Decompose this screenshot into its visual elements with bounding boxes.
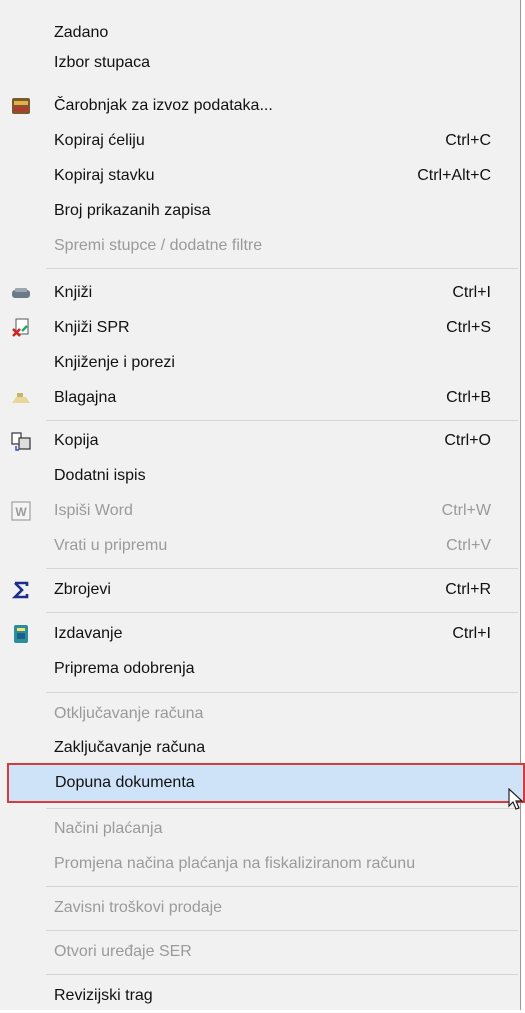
menu-item-change-payment-method: Promjena načina plaćanja na fiskaliziran… — [0, 847, 519, 881]
menu-item-additional-print[interactable]: Dodatni ispis — [0, 459, 519, 493]
menu-item-copy-cell[interactable]: Kopiraj ćeliju Ctrl+C — [0, 124, 519, 158]
menu-item-export-wizard[interactable]: Čarobnjak za izvoz podataka... — [0, 89, 519, 123]
menu-item-label: Revizijski trag — [54, 987, 153, 1004]
menu-item-payment-methods: Načini plaćanja — [0, 812, 519, 846]
menu-item-dependent-costs: Zavisni troškovi prodaje — [0, 891, 519, 925]
cash-register-icon — [9, 386, 33, 410]
menu-item-shortcut: Ctrl+Alt+C — [417, 167, 491, 184]
export-wizard-icon — [9, 94, 33, 118]
menu-item-label: Zadano — [54, 24, 109, 41]
menu-separator — [46, 568, 518, 569]
post-spr-icon — [9, 316, 33, 340]
menu-item-label: Izbor stupaca — [54, 54, 151, 71]
menu-item-post[interactable]: Knjiži Ctrl+I — [0, 276, 519, 310]
menu-item-copy-row[interactable]: Kopiraj stavku Ctrl+Alt+C — [0, 159, 519, 193]
menu-separator — [46, 420, 518, 421]
post-icon — [9, 281, 33, 305]
menu-item-label: Knjiži — [54, 284, 93, 301]
menu-item-lock-invoice[interactable]: Zaključavanje računa — [0, 731, 519, 765]
menu-item-post-spr[interactable]: Knjiži SPR Ctrl+S — [0, 311, 519, 345]
menu-item-label: Dopuna dokumenta — [55, 774, 195, 791]
menu-item-label: Blagajna — [54, 389, 117, 406]
menu-item-approval-prep[interactable]: Priprema odobrenja — [0, 652, 519, 686]
menu-item-save-columns: Spremi stupce / dodatne filtre — [0, 229, 519, 263]
menu-item-zadano[interactable]: Zadano — [0, 16, 519, 50]
menu-item-label: Knjiži SPR — [54, 319, 130, 336]
menu-item-label: Spremi stupce / dodatne filtre — [54, 237, 263, 254]
menu-item-shortcut: Ctrl+B — [446, 389, 491, 406]
menu-item-label: Ispiši Word — [54, 502, 133, 519]
menu-item-shortcut: Ctrl+V — [446, 537, 491, 554]
menu-item-document-supplement[interactable]: Dopuna dokumenta — [7, 763, 525, 803]
menu-item-label: Kopija — [54, 432, 99, 449]
mouse-cursor-icon — [508, 788, 524, 810]
menu-separator — [46, 612, 518, 613]
menu-item-shortcut: Ctrl+I — [452, 284, 491, 301]
menu-item-label: Otključavanje računa — [54, 705, 204, 722]
menu-separator — [46, 930, 518, 931]
menu-item-label: Dodatni ispis — [54, 467, 146, 484]
menu-item-return-to-draft: Vrati u pripremu Ctrl+V — [0, 529, 519, 563]
word-icon: W — [9, 499, 33, 523]
menu-item-shortcut: Ctrl+C — [445, 132, 491, 149]
menu-separator — [46, 268, 518, 269]
menu-item-audit-trail[interactable]: Revizijski trag — [0, 979, 519, 1013]
menu-item-issuing[interactable]: Izdavanje Ctrl+I — [0, 617, 519, 651]
menu-item-record-count[interactable]: Broj prikazanih zapisa — [0, 194, 519, 228]
menu-item-label: Priprema odobrenja — [54, 660, 195, 677]
menu-item-copy[interactable]: Kopija Ctrl+O — [0, 424, 519, 458]
menu-item-label: Kopiraj stavku — [54, 167, 155, 184]
menu-item-shortcut: Ctrl+O — [444, 432, 491, 449]
menu-item-open-ser-devices: Otvori uređaje SER — [0, 935, 519, 969]
menu-item-unlock-invoice: Otključavanje računa — [0, 697, 519, 731]
menu-item-label: Načini plaćanja — [54, 820, 163, 837]
copy-doc-icon — [9, 429, 33, 453]
menu-item-print-word: W Ispiši Word Ctrl+W — [0, 494, 519, 528]
menu-item-label: Kopiraj ćeliju — [54, 132, 145, 149]
menu-item-shortcut: Ctrl+W — [441, 502, 491, 519]
menu-item-label: Knjiženje i porezi — [54, 354, 175, 371]
menu-item-shortcut: Ctrl+S — [446, 319, 491, 336]
menu-separator — [46, 886, 518, 887]
menu-item-shortcut: Ctrl+I — [452, 625, 491, 642]
menu-separator — [46, 692, 518, 693]
menu-item-label: Izdavanje — [54, 625, 123, 642]
menu-separator — [46, 974, 518, 975]
sigma-icon — [9, 578, 33, 602]
menu-item-label: Zavisni troškovi prodaje — [54, 899, 223, 916]
issue-icon — [9, 622, 33, 646]
menu-item-shortcut: Ctrl+R — [445, 581, 491, 598]
menu-item-label: Broj prikazanih zapisa — [54, 202, 211, 219]
menu-item-label: Čarobnjak za izvoz podataka... — [54, 97, 273, 114]
context-menu: Zadano Izbor stupaca Čarobnjak za izvoz … — [0, 0, 525, 1013]
menu-item-izbor-stupaca[interactable]: Izbor stupaca — [0, 46, 519, 80]
menu-item-posting-taxes[interactable]: Knjiženje i porezi — [0, 346, 519, 380]
menu-item-label: Vrati u pripremu — [54, 537, 168, 554]
menu-item-label: Zbrojevi — [54, 581, 111, 598]
svg-text:W: W — [15, 505, 27, 519]
menu-item-label: Promjena načina plaćanja na fiskaliziran… — [54, 855, 416, 872]
menu-separator — [46, 808, 518, 809]
menu-item-label: Zaključavanje računa — [54, 739, 206, 756]
menu-item-cash-register[interactable]: Blagajna Ctrl+B — [0, 381, 519, 415]
menu-item-totals[interactable]: Zbrojevi Ctrl+R — [0, 573, 519, 607]
menu-item-label: Otvori uređaje SER — [54, 943, 192, 960]
